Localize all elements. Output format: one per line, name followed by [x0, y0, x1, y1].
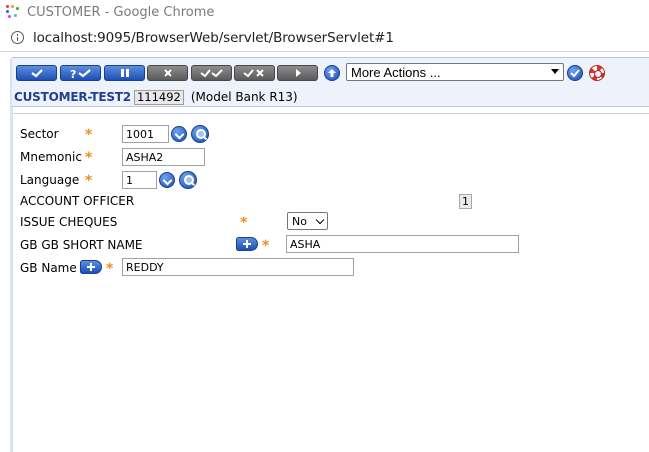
- gb-name-input[interactable]: REDDY: [122, 258, 354, 276]
- chevron-down-icon: [551, 69, 559, 74]
- window-title-bar: CUSTOMER - Google Chrome: [0, 0, 649, 24]
- gb-short-name-expand-button[interactable]: [236, 237, 258, 251]
- more-actions-select[interactable]: More Actions ...: [346, 63, 564, 81]
- chevron-down-icon: [315, 215, 325, 225]
- validate-button[interactable]: ?: [60, 65, 101, 81]
- question-check-icon: ?: [70, 68, 91, 79]
- gb-short-name-required-mark: *: [262, 238, 270, 254]
- hold-button[interactable]: [104, 65, 145, 81]
- address-bar[interactable]: localhost:9095/BrowserWeb/servlet/Browse…: [0, 24, 649, 52]
- sector-dropdown-button[interactable]: [171, 126, 187, 142]
- gb-short-name-label: GB GB SHORT NAME: [20, 238, 143, 252]
- gb-name-required-mark: *: [106, 261, 114, 277]
- more-actions-label: More Actions ...: [351, 65, 441, 80]
- record-id: 111492: [133, 89, 184, 105]
- record-note: (Model Bank R13): [190, 90, 298, 104]
- sector-input[interactable]: 1001: [122, 125, 169, 143]
- language-label: Language: [20, 173, 80, 187]
- gb-name-label: GB Name: [20, 261, 77, 275]
- cross-icon: [163, 69, 172, 77]
- info-icon[interactable]: [11, 31, 24, 44]
- gb-name-expand-button[interactable]: [80, 260, 102, 274]
- app-icon: [6, 5, 20, 19]
- account-officer-value: 1: [459, 194, 472, 209]
- issue-cheques-select[interactable]: No: [287, 212, 328, 230]
- gb-short-name-input[interactable]: ASHA: [286, 235, 519, 253]
- sector-search-icon[interactable]: [191, 125, 209, 143]
- url-text[interactable]: localhost:9095/BrowserWeb/servlet/Browse…: [33, 30, 394, 46]
- double-check-icon: [199, 69, 223, 78]
- record-app-name: CUSTOMER-TEST2: [14, 90, 131, 104]
- mnemonic-label: Mnemonic: [20, 150, 82, 164]
- language-required-mark: *: [85, 173, 93, 189]
- issue-cheques-label: ISSUE CHEQUES: [20, 215, 118, 229]
- mnemonic-required-mark: *: [85, 150, 93, 166]
- check-cross-icon: [242, 69, 264, 78]
- mnemonic-input[interactable]: ASHA2: [122, 148, 205, 166]
- issue-cheques-value: No: [292, 215, 307, 228]
- svg-text:?: ?: [70, 68, 76, 79]
- page-content: ? More Actions ... CUSTOMER-TEST2 111492…: [0, 53, 649, 452]
- next-button[interactable]: [277, 65, 318, 81]
- sector-required-mark: *: [85, 127, 93, 143]
- check-icon: [570, 69, 580, 78]
- language-search-icon[interactable]: [179, 171, 197, 189]
- help-lifebuoy-icon[interactable]: [589, 65, 605, 81]
- play-icon: [295, 69, 301, 77]
- authorise-button[interactable]: [191, 65, 232, 81]
- delete-button[interactable]: [147, 65, 188, 81]
- record-header: CUSTOMER-TEST2 111492 (Model Bank R13): [14, 89, 298, 105]
- commit-button[interactable]: [16, 65, 57, 81]
- pause-icon: [120, 69, 129, 77]
- issue-cheques-required-mark: *: [240, 215, 248, 231]
- go-button[interactable]: [567, 65, 583, 81]
- toolbar-panel: ? More Actions ... CUSTOMER-TEST2 111492…: [12, 57, 649, 107]
- language-input[interactable]: 1: [122, 171, 157, 189]
- reverse-button[interactable]: [234, 65, 275, 81]
- window-title: CUSTOMER - Google Chrome: [27, 5, 215, 20]
- account-officer-label: ACCOUNT OFFICER: [20, 194, 135, 208]
- check-icon: [30, 69, 43, 78]
- up-arrow-icon: [328, 69, 336, 77]
- form-area: Sector * 1001 Mnemonic * ASHA2 Language …: [13, 113, 649, 452]
- upload-button[interactable]: [324, 65, 340, 81]
- language-dropdown-button[interactable]: [159, 172, 175, 188]
- sector-label: Sector: [20, 127, 59, 141]
